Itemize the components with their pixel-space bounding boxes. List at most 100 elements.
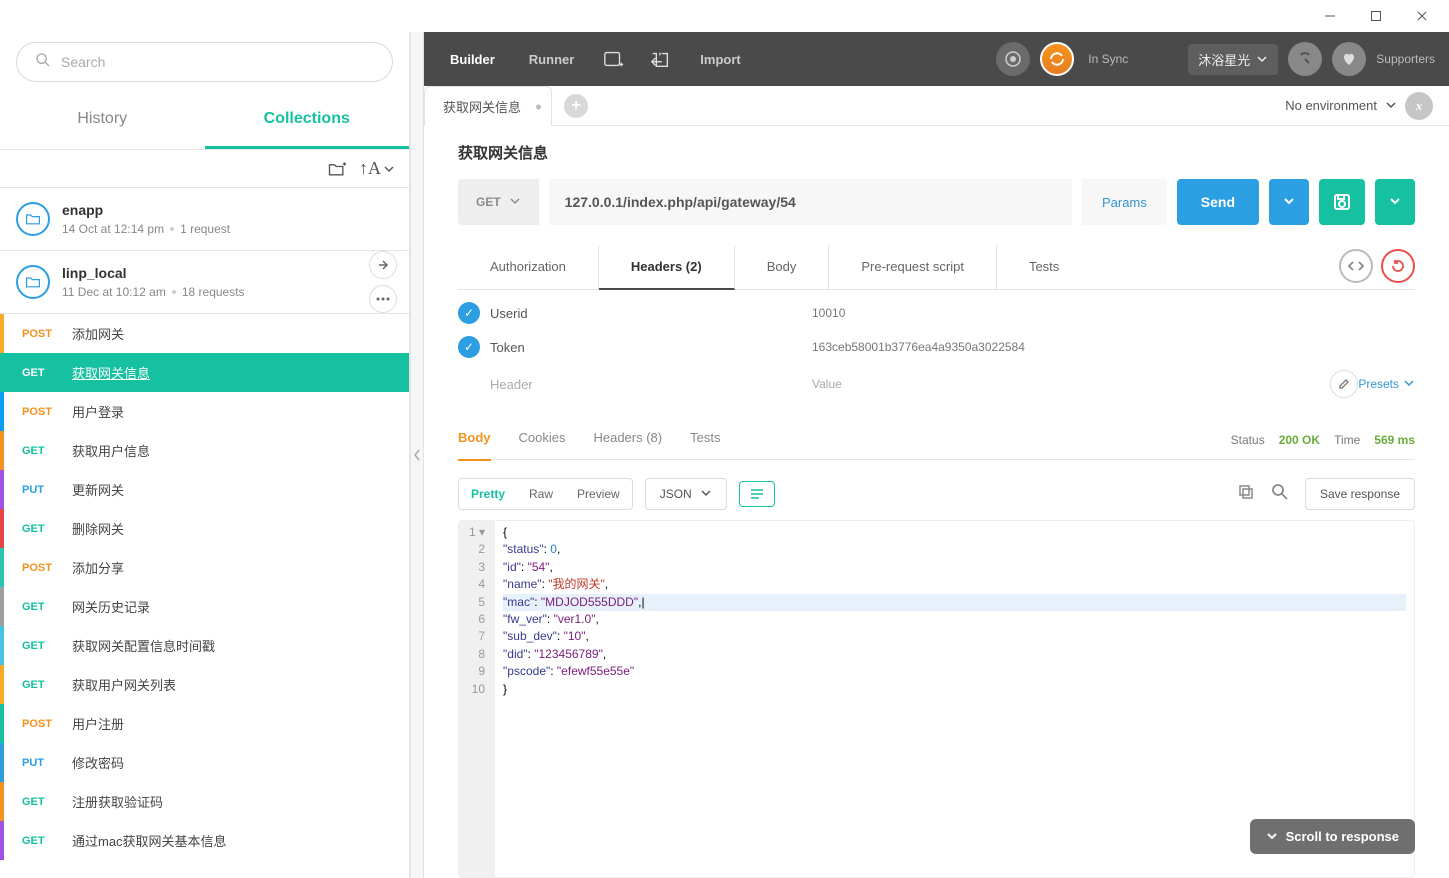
- request-label: 用户注册: [72, 714, 124, 733]
- request-tab-active[interactable]: 获取网关信息: [424, 86, 552, 126]
- request-item[interactable]: POST用户登录: [0, 392, 409, 431]
- save-button[interactable]: [1319, 179, 1365, 225]
- tab-runner[interactable]: Runner: [517, 52, 587, 67]
- folder-icon: [16, 202, 50, 236]
- resp-tab-tests[interactable]: Tests: [690, 430, 720, 449]
- request-item[interactable]: GET获取网关配置信息时间戳: [0, 626, 409, 665]
- request-item[interactable]: PUT 修改密码: [0, 743, 409, 782]
- presets-button[interactable]: Presets: [1358, 377, 1415, 391]
- window-titlebar: [0, 0, 1449, 32]
- resp-tab-headers[interactable]: Headers (8): [593, 430, 662, 449]
- view-raw[interactable]: Raw: [517, 479, 565, 509]
- interceptor-icon[interactable]: [996, 42, 1030, 76]
- request-item[interactable]: PUT更新网关: [0, 470, 409, 509]
- minimize-button[interactable]: [1307, 0, 1353, 32]
- wrap-lines-icon[interactable]: [739, 481, 775, 507]
- supporters-label: Supporters: [1376, 52, 1435, 66]
- request-item[interactable]: GET获取用户信息: [0, 431, 409, 470]
- header-value[interactable]: 10010: [812, 306, 1415, 320]
- tab-headers[interactable]: Headers (2): [599, 245, 735, 290]
- collection-item[interactable]: enapp 14 Oct at 12:14 pm1 request: [0, 188, 409, 251]
- request-label: 修改密码: [72, 753, 124, 772]
- maximize-button[interactable]: [1353, 0, 1399, 32]
- view-mode-row: Pretty Raw Preview JSON Save response: [458, 478, 1415, 510]
- params-button[interactable]: Params: [1082, 179, 1167, 225]
- request-item[interactable]: GET删除网关: [0, 509, 409, 548]
- view-preview[interactable]: Preview: [565, 479, 632, 509]
- edit-icon[interactable]: [1330, 370, 1358, 398]
- tab-prerequest[interactable]: Pre-request script: [829, 245, 997, 289]
- header-key[interactable]: Token: [490, 340, 812, 355]
- request-label: 注册获取验证码: [72, 792, 163, 811]
- header-value-placeholder[interactable]: Value: [812, 377, 1330, 391]
- check-icon[interactable]: ✓: [458, 302, 480, 324]
- send-dropdown[interactable]: [1269, 179, 1309, 225]
- environment-label: No environment: [1285, 98, 1377, 113]
- search-box[interactable]: [16, 42, 393, 82]
- request-label: 添加网关: [72, 324, 124, 343]
- url-input[interactable]: [549, 179, 1072, 225]
- main-panel: Builder Runner Import In Sync 沐浴星光 Suppo…: [424, 32, 1449, 878]
- check-icon[interactable]: ✓: [458, 336, 480, 358]
- share-icon[interactable]: [369, 251, 397, 279]
- request-method: PUT: [22, 757, 62, 769]
- request-item[interactable]: POST用户注册: [0, 704, 409, 743]
- request-item[interactable]: GET获取用户网关列表: [0, 665, 409, 704]
- resp-tab-cookies[interactable]: Cookies: [519, 430, 566, 449]
- add-collection-icon[interactable]: [327, 159, 347, 179]
- request-item[interactable]: POST添加网关: [0, 314, 409, 353]
- search-response-icon[interactable]: [1271, 483, 1289, 506]
- tab-body[interactable]: Body: [735, 245, 830, 289]
- chevron-down-icon: [1266, 829, 1278, 844]
- request-label: 通过mac获取网关基本信息: [72, 831, 227, 850]
- header-key-placeholder[interactable]: Header: [490, 377, 812, 392]
- copy-icon[interactable]: [1237, 483, 1255, 506]
- tab-builder[interactable]: Builder: [438, 52, 507, 67]
- request-item[interactable]: POST添加分享: [0, 548, 409, 587]
- header-row[interactable]: ✓ Token 163ceb58001b3776ea4a9350a3022584: [458, 330, 1415, 364]
- import-icon[interactable]: [642, 41, 678, 77]
- method-picker[interactable]: GET: [458, 179, 539, 225]
- sync-icon[interactable]: [1040, 42, 1074, 76]
- tab-collections[interactable]: Collections: [205, 92, 410, 149]
- sort-icon[interactable]: ↑A: [359, 158, 395, 179]
- env-quicklook-icon[interactable]: x: [1405, 92, 1433, 120]
- request-method: GET: [22, 796, 62, 808]
- settings-icon[interactable]: [1288, 42, 1322, 76]
- close-button[interactable]: [1399, 0, 1445, 32]
- request-item[interactable]: GET通过mac获取网关基本信息: [0, 821, 409, 860]
- request-list: POST添加网关GET获取网关信息POST用户登录GET获取用户信息PUT更新网…: [0, 314, 409, 860]
- collection-item[interactable]: linp_local 11 Dec at 10:12 am18 requests: [0, 251, 409, 314]
- save-response-button[interactable]: Save response: [1305, 478, 1415, 510]
- tab-history[interactable]: History: [0, 92, 205, 149]
- request-item[interactable]: GET获取网关信息: [0, 353, 409, 392]
- heart-icon[interactable]: [1332, 42, 1366, 76]
- code-icon[interactable]: [1339, 249, 1373, 283]
- new-window-icon[interactable]: [596, 41, 632, 77]
- view-pretty[interactable]: Pretty: [459, 479, 517, 509]
- request-item[interactable]: GET 注册获取验证码: [0, 782, 409, 821]
- request-method: GET: [22, 367, 62, 379]
- header-key[interactable]: Userid: [490, 306, 812, 321]
- reset-icon[interactable]: [1381, 249, 1415, 283]
- resp-tab-body[interactable]: Body: [458, 430, 491, 461]
- splitter-handle[interactable]: [410, 32, 424, 878]
- tab-tests[interactable]: Tests: [997, 245, 1091, 289]
- header-value[interactable]: 163ceb58001b3776ea4a9350a3022584: [812, 340, 1415, 354]
- format-picker[interactable]: JSON: [645, 478, 727, 510]
- add-tab-button[interactable]: +: [564, 94, 588, 118]
- request-item[interactable]: GET网关历史记录: [0, 587, 409, 626]
- save-dropdown[interactable]: [1375, 179, 1415, 225]
- user-menu[interactable]: 沐浴星光: [1188, 44, 1278, 75]
- environment-picker[interactable]: No environment x: [1285, 92, 1433, 120]
- search-input[interactable]: [61, 54, 374, 70]
- import-label[interactable]: Import: [688, 52, 752, 67]
- tab-authorization[interactable]: Authorization: [458, 245, 599, 289]
- request-label: 更新网关: [72, 480, 124, 499]
- scroll-to-response-button[interactable]: Scroll to response: [1250, 819, 1415, 854]
- header-row-new[interactable]: ✓ Header Value Presets: [458, 364, 1415, 404]
- header-row[interactable]: ✓ Userid 10010: [458, 296, 1415, 330]
- more-icon[interactable]: [369, 285, 397, 313]
- collection-name: enapp: [62, 202, 230, 218]
- send-button[interactable]: Send: [1177, 179, 1259, 225]
